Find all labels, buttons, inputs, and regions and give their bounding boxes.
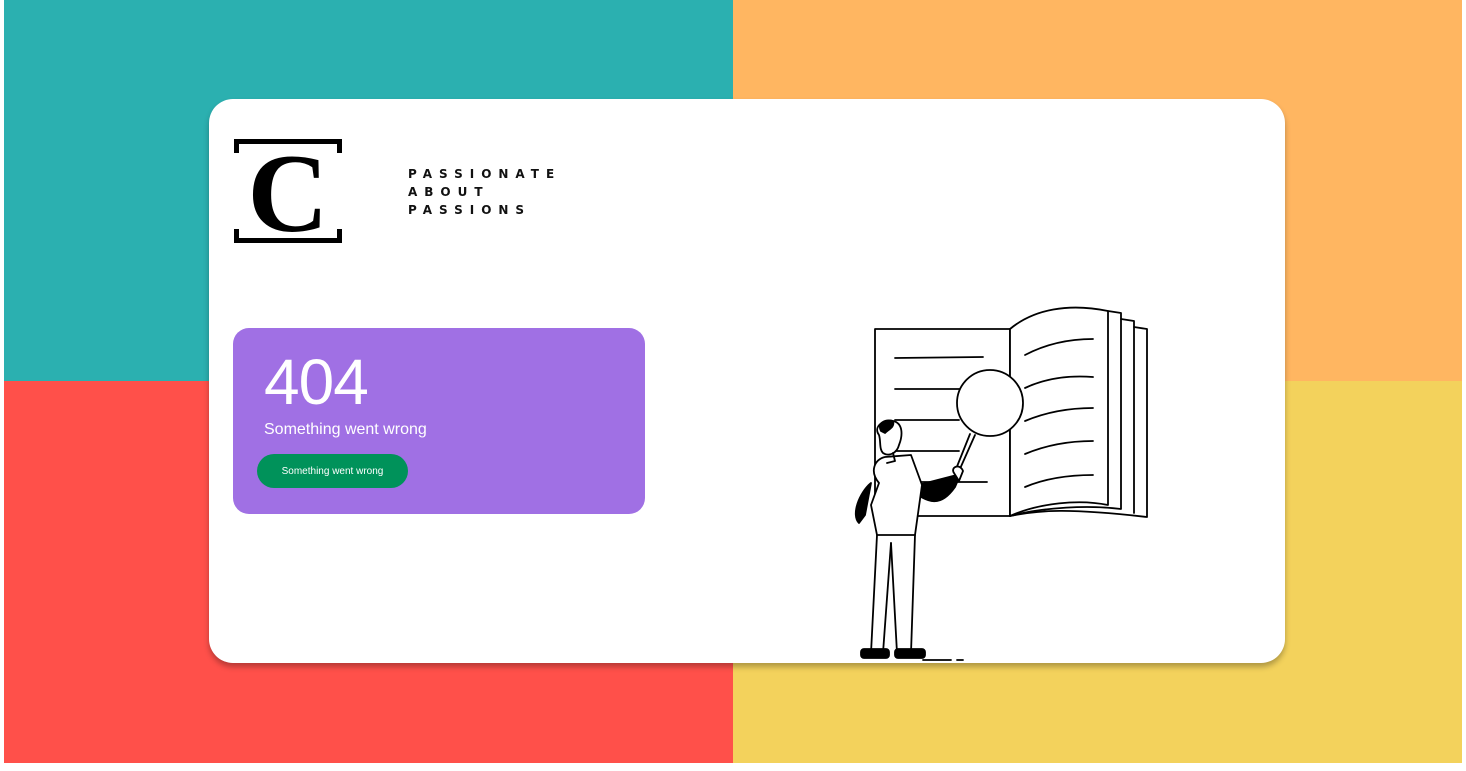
person-with-magnifying-glass-and-book-icon (854, 306, 1148, 661)
tagline-line-2: ABOUT (408, 185, 490, 199)
tagline-line-3: PASSIONS (408, 203, 532, 217)
tagline-line-1: PASSIONATE (408, 167, 562, 181)
logo-letter: C (248, 139, 329, 243)
error-message: Something went wrong (264, 421, 427, 438)
error-action-button[interactable]: Something went wrong (257, 454, 408, 488)
error-code: 404 (264, 346, 369, 418)
error-card: C PASSIONATE ABOUT PASSIONS 404 Somethin… (209, 99, 1285, 663)
brand-tagline: PASSIONATE ABOUT PASSIONS (408, 165, 561, 219)
error-panel: 404 Something went wrong Something went … (233, 328, 645, 514)
brand-logo-icon: C (234, 139, 342, 243)
